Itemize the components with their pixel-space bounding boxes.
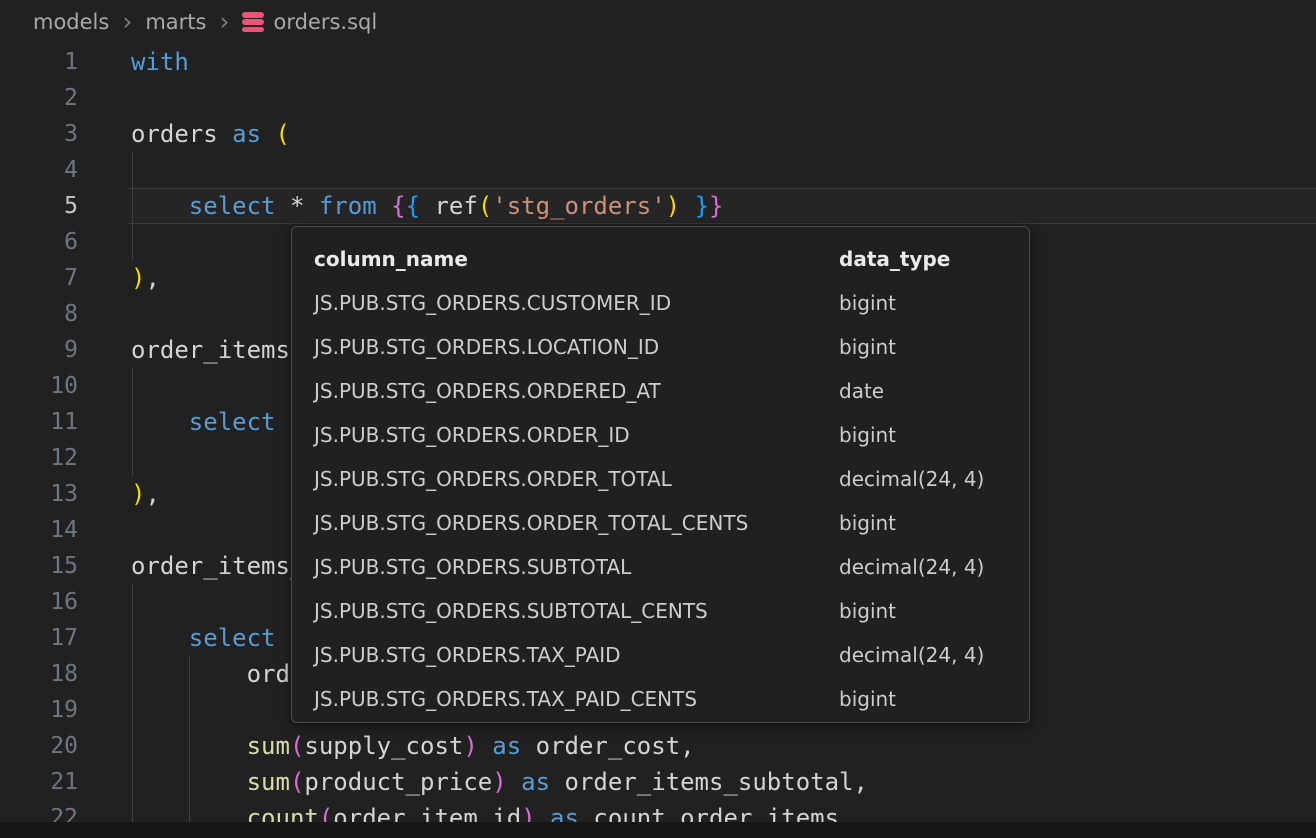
column-row: JS.PUB.STG_ORDERS.SUBTOTAL_CENTSbigint: [314, 589, 1029, 633]
panel-edge: [0, 822, 1316, 838]
code-line[interactable]: [131, 80, 868, 116]
code-line[interactable]: sum(supply_cost) as order_cost,: [131, 728, 868, 764]
line-number[interactable]: 19: [0, 692, 78, 728]
line-number[interactable]: 11: [0, 404, 78, 440]
code-line[interactable]: with: [131, 44, 868, 80]
line-number[interactable]: 10: [0, 368, 78, 404]
breadcrumb: models › marts › orders.sql: [0, 0, 1316, 44]
database-icon: [242, 11, 264, 33]
code-line[interactable]: sum(product_price) as order_items_subtot…: [131, 764, 868, 800]
line-number[interactable]: 5: [0, 188, 78, 224]
data-type-header: data_type: [839, 237, 950, 281]
line-number[interactable]: 16: [0, 584, 78, 620]
line-number[interactable]: 9: [0, 332, 78, 368]
line-number[interactable]: 4: [0, 152, 78, 188]
line-number[interactable]: 20: [0, 728, 78, 764]
column-row: JS.PUB.STG_ORDERS.ORDER_TOTAL_CENTSbigin…: [314, 501, 1029, 545]
line-number[interactable]: 6: [0, 224, 78, 260]
data-type-cell: decimal(24, 4): [839, 545, 984, 589]
code-line[interactable]: select * from {{ ref('stg_orders') }}: [131, 188, 868, 224]
line-number[interactable]: 3: [0, 116, 78, 152]
column-name-cell: JS.PUB.STG_ORDERS.ORDER_TOTAL_CENTS: [314, 501, 839, 545]
column-name-cell: JS.PUB.STG_ORDERS.SUBTOTAL_CENTS: [314, 589, 839, 633]
code-line[interactable]: [131, 152, 868, 188]
tooltip-header-row: column_name data_type: [314, 237, 1029, 281]
line-number[interactable]: 18: [0, 656, 78, 692]
column-name-cell: JS.PUB.STG_ORDERS.CUSTOMER_ID: [314, 281, 839, 325]
column-row: JS.PUB.STG_ORDERS.ORDER_TOTALdecimal(24,…: [314, 457, 1029, 501]
data-type-cell: decimal(24, 4): [839, 633, 984, 677]
column-row: JS.PUB.STG_ORDERS.TAX_PAID_CENTSbigint: [314, 677, 1029, 721]
column-name-cell: JS.PUB.STG_ORDERS.TAX_PAID: [314, 633, 839, 677]
code-line[interactable]: orders as (: [131, 116, 868, 152]
breadcrumb-file-label: orders.sql: [273, 10, 377, 34]
code-editor[interactable]: 12345678910111213141516171819202122 with…: [0, 44, 1316, 838]
line-number-gutter: 12345678910111213141516171819202122: [0, 44, 78, 836]
data-type-cell: bigint: [839, 589, 896, 633]
line-number[interactable]: 2: [0, 80, 78, 116]
column-name-cell: JS.PUB.STG_ORDERS.SUBTOTAL: [314, 545, 839, 589]
chevron-right-icon: ›: [122, 9, 132, 34]
tooltip-rows: JS.PUB.STG_ORDERS.CUSTOMER_IDbigintJS.PU…: [314, 281, 1029, 721]
line-number[interactable]: 12: [0, 440, 78, 476]
column-name-cell: JS.PUB.STG_ORDERS.ORDERED_AT: [314, 369, 839, 413]
column-row: JS.PUB.STG_ORDERS.LOCATION_IDbigint: [314, 325, 1029, 369]
data-type-cell: bigint: [839, 325, 896, 369]
column-name-cell: JS.PUB.STG_ORDERS.ORDER_ID: [314, 413, 839, 457]
data-type-cell: decimal(24, 4): [839, 457, 984, 501]
line-number[interactable]: 7: [0, 260, 78, 296]
column-row: JS.PUB.STG_ORDERS.ORDER_IDbigint: [314, 413, 1029, 457]
data-type-cell: bigint: [839, 501, 896, 545]
breadcrumb-item-marts[interactable]: marts: [145, 10, 206, 34]
line-number[interactable]: 8: [0, 296, 78, 332]
data-type-cell: bigint: [839, 413, 896, 457]
column-name-cell: JS.PUB.STG_ORDERS.TAX_PAID_CENTS: [314, 677, 839, 721]
data-type-cell: bigint: [839, 281, 896, 325]
line-number[interactable]: 1: [0, 44, 78, 80]
column-name-header: column_name: [314, 237, 839, 281]
hover-tooltip: column_name data_type JS.PUB.STG_ORDERS.…: [291, 226, 1030, 723]
data-type-cell: date: [839, 369, 884, 413]
column-row: JS.PUB.STG_ORDERS.SUBTOTALdecimal(24, 4): [314, 545, 1029, 589]
line-number[interactable]: 15: [0, 548, 78, 584]
data-type-cell: bigint: [839, 677, 896, 721]
line-number[interactable]: 21: [0, 764, 78, 800]
line-number[interactable]: 17: [0, 620, 78, 656]
column-row: JS.PUB.STG_ORDERS.TAX_PAIDdecimal(24, 4): [314, 633, 1029, 677]
column-row: JS.PUB.STG_ORDERS.ORDERED_ATdate: [314, 369, 1029, 413]
line-number[interactable]: 14: [0, 512, 78, 548]
column-row: JS.PUB.STG_ORDERS.CUSTOMER_IDbigint: [314, 281, 1029, 325]
breadcrumb-item-file[interactable]: orders.sql: [242, 10, 377, 34]
line-number[interactable]: 13: [0, 476, 78, 512]
vscode-editor-window: { "breadcrumb": { "items": ["models", "m…: [0, 0, 1316, 838]
column-name-cell: JS.PUB.STG_ORDERS.ORDER_TOTAL: [314, 457, 839, 501]
chevron-right-icon: ›: [219, 9, 229, 34]
breadcrumb-item-models[interactable]: models: [33, 10, 109, 34]
column-name-cell: JS.PUB.STG_ORDERS.LOCATION_ID: [314, 325, 839, 369]
